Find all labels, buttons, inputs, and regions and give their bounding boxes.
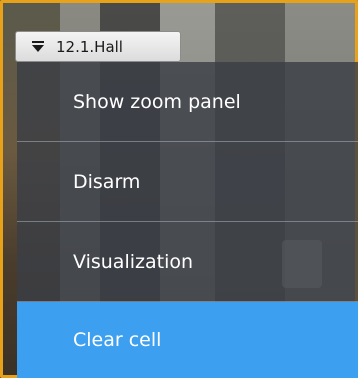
menu-item-label: Clear cell (73, 329, 162, 351)
collapse-triangle-icon (30, 41, 46, 52)
menu-item-label: Show zoom panel (73, 90, 241, 113)
menu-item-show-zoom-panel[interactable]: Show zoom panel (17, 62, 358, 141)
menu-item-label: Visualization (73, 250, 194, 273)
menu-item-label: Disarm (73, 170, 141, 193)
camera-title: 12.1.Hall (56, 37, 123, 56)
context-menu: Show zoom panel Disarm Visualization Cle… (17, 62, 358, 378)
menu-item-clear-cell[interactable]: Clear cell (17, 302, 358, 378)
camera-title-button[interactable]: 12.1.Hall (15, 31, 181, 62)
menu-item-visualization[interactable]: Visualization (17, 222, 358, 301)
menu-item-disarm[interactable]: Disarm (17, 142, 358, 221)
